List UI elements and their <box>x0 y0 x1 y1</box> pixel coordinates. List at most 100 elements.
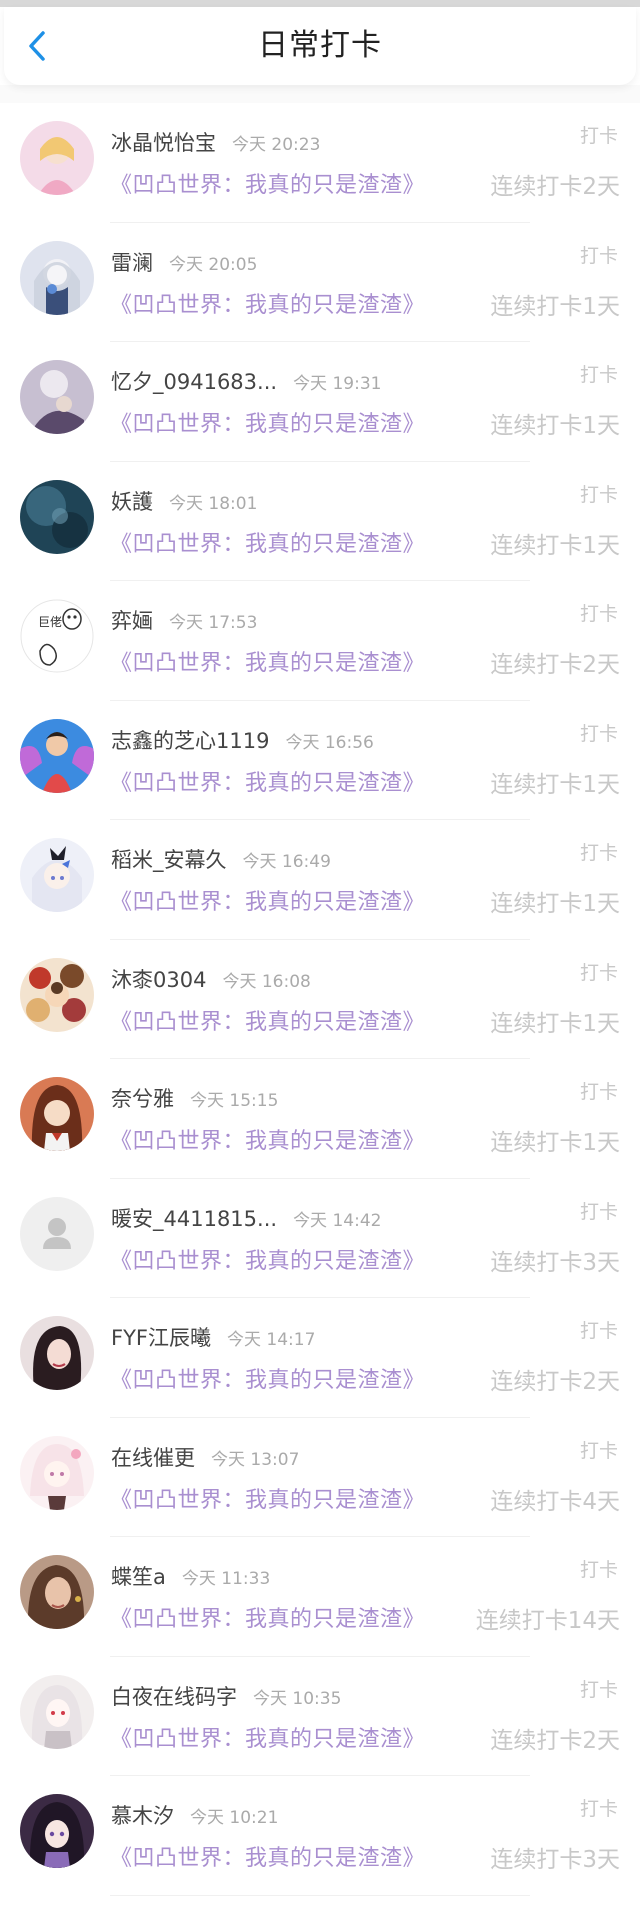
book-title-link[interactable]: 《凹凸世界：我真的只是渣渣》 <box>110 1362 425 1394</box>
streak-count: 连续打卡4天 <box>490 1488 620 1515</box>
user-name: 弈婳 今天 17:53 <box>111 605 257 635</box>
avatar[interactable] <box>20 479 94 554</box>
avatar[interactable] <box>20 1196 94 1271</box>
checkin-time: 今天 14:17 <box>227 1330 316 1350</box>
list-item[interactable]: 雷澜 今天 20:05 《凹凸世界：我真的只是渣渣》 打卡 连续打卡1天 <box>0 223 640 342</box>
book-title-link[interactable]: 《凹凸世界：我真的只是渣渣》 <box>110 287 425 319</box>
checkin-time: 今天 16:56 <box>285 732 374 753</box>
streak-count: 连续打卡1天 <box>490 293 620 320</box>
user-name-text: 慕木汐 <box>111 1804 174 1828</box>
checkin-label: 打卡 <box>579 364 618 386</box>
list-item[interactable]: 在线催更 今天 13:07 《凹凸世界：我真的只是渣渣》 打卡 连续打卡4天 <box>0 1418 640 1537</box>
book-title-link[interactable]: 《凹凸世界：我真的只是渣渣》 <box>110 1004 425 1036</box>
user-name: 冰晶悦怡宝 今天 20:23 <box>111 127 320 157</box>
book-title-link[interactable]: 《凹凸世界：我真的只是渣渣》 <box>110 526 425 558</box>
user-name: 雷澜 今天 20:05 <box>111 247 257 277</box>
list-item[interactable]: 冰晶悦怡宝 今天 20:23 《凹凸世界：我真的只是渣渣》 打卡 连续打卡2天 <box>0 103 640 223</box>
checkin-label: 打卡 <box>579 1320 618 1342</box>
user-name-text: 志鑫的芝心1119 <box>111 728 270 753</box>
book-title-link[interactable]: 《凹凸世界：我真的只是渣渣》 <box>110 1721 425 1753</box>
streak-count: 连续打卡2天 <box>490 174 620 200</box>
avatar[interactable] <box>20 1555 94 1629</box>
list-item[interactable]: 志鑫的芝心1119 今天 16:56 《凹凸世界：我真的只是渣渣》 打卡 连续打卡… <box>0 701 640 820</box>
avatar[interactable] <box>20 1794 94 1868</box>
avatar[interactable] <box>20 838 94 912</box>
book-title-link[interactable]: 《凹凸世界：我真的只是渣渣》 <box>110 1243 425 1275</box>
book-title-link[interactable]: 《凹凸世界：我真的只是渣渣》 <box>110 167 425 199</box>
list-item[interactable]: 蝶笙a 今天 11:33 《凹凸世界：我真的只是渣渣》 打卡 连续打卡14天 <box>0 1537 640 1657</box>
streak-count: 连续打卡3天 <box>490 1249 620 1276</box>
avatar[interactable] <box>20 240 94 315</box>
list-item[interactable]: 奈兮雅 今天 15:15 《凹凸世界：我真的只是渣渣》 打卡 连续打卡1天 <box>0 1059 640 1179</box>
checkin-time: 今天 13:07 <box>211 1449 300 1470</box>
user-name: 志鑫的芝心1119 今天 16:56 <box>111 725 374 755</box>
user-name-text: 暖安_4411815... <box>111 1206 278 1231</box>
book-title-link[interactable]: 《凹凸世界：我真的只是渣渣》 <box>110 884 425 916</box>
checkin-label: 打卡 <box>579 722 618 745</box>
list-item[interactable]: 稻米_安幕久 今天 16:49 《凹凸世界：我真的只是渣渣》 打卡 连续打卡1天 <box>0 820 640 940</box>
streak-count: 连续打卡1天 <box>490 1130 620 1156</box>
book-title-link[interactable]: 《凹凸世界：我真的只是渣渣》 <box>110 1123 425 1155</box>
user-name-text: 雷澜 <box>111 250 153 275</box>
checkin-label: 打卡 <box>579 125 618 147</box>
checkin-label: 打卡 <box>579 961 618 984</box>
checkin-label: 打卡 <box>579 1081 618 1103</box>
streak-count: 连续打卡2天 <box>490 1369 620 1395</box>
user-name-text: FYF江辰曦 <box>111 1326 211 1350</box>
checkin-time: 今天 19:31 <box>293 374 382 394</box>
user-name-text: 奈兮雅 <box>111 1087 174 1111</box>
user-name: 蝶笙a 今天 11:33 <box>111 1561 270 1591</box>
checkin-time: 今天 10:21 <box>190 1808 279 1828</box>
book-title-link[interactable]: 《凹凸世界：我真的只是渣渣》 <box>110 645 425 677</box>
user-name-text: 冰晶悦怡宝 <box>111 131 216 155</box>
list-item[interactable]: FYF江辰曦 今天 14:17 《凹凸世界：我真的只是渣渣》 打卡 连续打卡2天 <box>0 1298 640 1418</box>
spacer <box>0 85 640 103</box>
avatar[interactable] <box>20 1674 94 1749</box>
avatar[interactable] <box>20 1077 94 1151</box>
checkin-time: 今天 16:49 <box>242 852 331 872</box>
book-title-link[interactable]: 《凹凸世界：我真的只是渣渣》 <box>110 1601 425 1633</box>
avatar[interactable] <box>20 121 94 195</box>
avatar[interactable]: 巨佬 <box>20 599 94 673</box>
list-item[interactable]: 白夜在线码字 今天 10:35 《凹凸世界：我真的只是渣渣》 打卡 连续打卡2天 <box>0 1657 640 1776</box>
user-name-text: 妖護 <box>111 489 153 514</box>
user-name: 奈兮雅 今天 15:15 <box>111 1083 278 1113</box>
user-name: 在线催更 今天 13:07 <box>111 1442 299 1472</box>
user-name: FYF江辰曦 今天 14:17 <box>111 1322 315 1352</box>
user-name: 沐桼0304 今天 16:08 <box>111 964 311 994</box>
user-name: 慕木汐 今天 10:21 <box>111 1800 278 1830</box>
avatar[interactable] <box>20 718 94 793</box>
list-item[interactable]: 暖安_4411815... 今天 14:42 《凹凸世界：我真的只是渣渣》 打卡 … <box>0 1179 640 1298</box>
avatar[interactable] <box>20 360 94 434</box>
book-title-link[interactable]: 《凹凸世界：我真的只是渣渣》 <box>110 1482 425 1514</box>
checkin-label: 打卡 <box>579 1678 618 1701</box>
book-title-link[interactable]: 《凹凸世界：我真的只是渣渣》 <box>110 406 425 438</box>
user-name-text: 在线催更 <box>111 1445 195 1470</box>
user-name: 妖護 今天 18:01 <box>111 486 257 516</box>
user-name-text: 弈婳 <box>111 609 153 633</box>
list-item[interactable]: 巨佬 弈婳 今天 17:53 《凹凸世界：我真的只是渣渣》 打卡 连续打卡2天 <box>0 581 640 701</box>
list-item[interactable]: 慕木汐 今天 10:21 《凹凸世界：我真的只是渣渣》 打卡 连续打卡3天 <box>0 1776 640 1896</box>
avatar[interactable] <box>20 957 94 1032</box>
list-item[interactable]: 忆夕_0941683... 今天 19:31 《凹凸世界：我真的只是渣渣》 打卡 … <box>0 342 640 462</box>
book-title-link[interactable]: 《凹凸世界：我真的只是渣渣》 <box>110 1840 425 1872</box>
list-item[interactable]: 妖護 今天 18:01 《凹凸世界：我真的只是渣渣》 打卡 连续打卡1天 <box>0 462 640 581</box>
streak-count: 连续打卡3天 <box>490 1847 620 1873</box>
streak-count: 连续打卡1天 <box>490 1010 620 1037</box>
user-name-text: 白夜在线码字 <box>111 1684 237 1709</box>
list-item[interactable]: 沐桼0304 今天 16:08 《凹凸世界：我真的只是渣渣》 打卡 连续打卡1天 <box>0 940 640 1059</box>
streak-count: 连续打卡1天 <box>490 771 620 798</box>
status-bar <box>0 0 640 7</box>
divider <box>110 1894 530 1896</box>
avatar[interactable] <box>20 1435 94 1510</box>
checkin-time: 今天 17:53 <box>169 613 258 633</box>
checkin-label: 打卡 <box>579 1200 618 1223</box>
user-name: 白夜在线码字 今天 10:35 <box>111 1681 341 1711</box>
checkin-time: 今天 18:01 <box>169 493 258 514</box>
top-bar: 日常打卡 <box>4 7 636 85</box>
checkin-time: 今天 15:15 <box>190 1091 279 1111</box>
checkin-label: 打卡 <box>579 1559 618 1581</box>
checkin-time: 今天 16:08 <box>222 971 311 992</box>
book-title-link[interactable]: 《凹凸世界：我真的只是渣渣》 <box>110 765 425 797</box>
avatar[interactable] <box>20 1316 94 1390</box>
